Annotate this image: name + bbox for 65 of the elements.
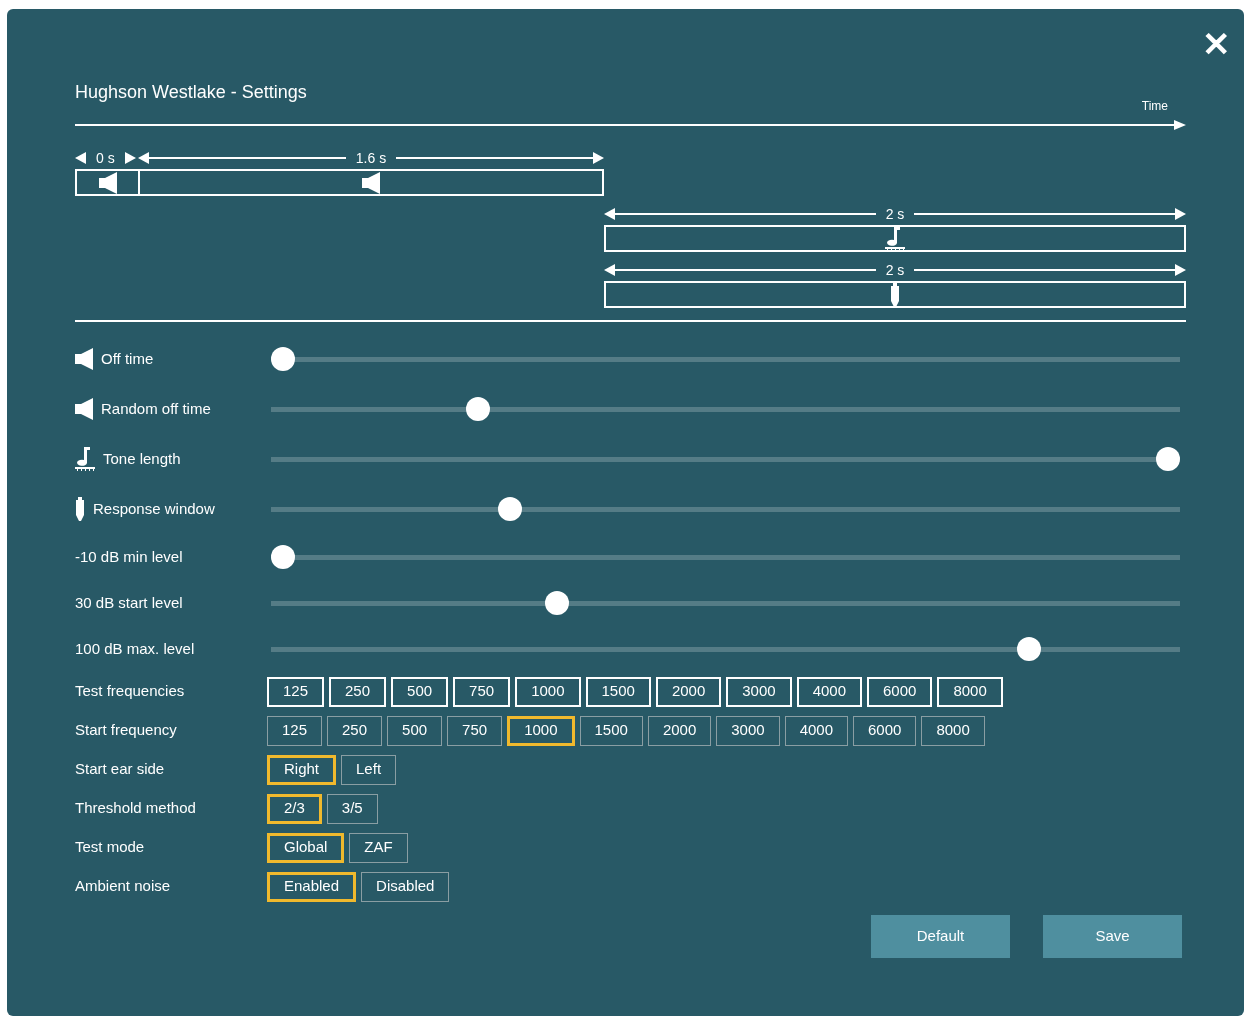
option-button[interactable]: 4000 — [784, 715, 848, 746]
option-button[interactable]: 500 — [391, 676, 449, 707]
slider-thumb[interactable] — [465, 397, 490, 421]
option-button[interactable]: 500 — [387, 715, 443, 746]
option-button[interactable]: 2000 — [655, 676, 722, 707]
option-button[interactable]: 6000 — [853, 715, 917, 746]
option-button[interactable]: Enabled — [267, 871, 357, 902]
option-button[interactable]: 125 — [267, 676, 325, 707]
option-button[interactable]: Disabled — [361, 871, 450, 902]
left-arrow-icon — [75, 152, 86, 164]
slider-label: Response window — [93, 498, 215, 519]
option-button[interactable]: 1500 — [585, 676, 651, 707]
option-button[interactable]: 4000 — [796, 676, 862, 707]
option-button[interactable]: 2000 — [647, 715, 712, 746]
option-button[interactable]: ZAF — [349, 832, 408, 863]
option-button[interactable]: 1500 — [579, 715, 643, 746]
option-button[interactable]: Global — [267, 832, 345, 863]
option-button[interactable]: 750 — [447, 715, 503, 746]
option-button[interactable]: Right — [267, 754, 337, 785]
option-label: Ambient noise — [75, 876, 172, 897]
option-button[interactable]: 8000 — [937, 676, 1003, 707]
option-button[interactable]: 250 — [327, 715, 383, 746]
slider-label: 100 dB max. level — [75, 638, 195, 659]
slider-thumb[interactable] — [271, 347, 295, 371]
option-button[interactable]: 3000 — [726, 676, 792, 707]
slider-thumb[interactable] — [498, 497, 523, 521]
duration-label: 2 s — [884, 204, 906, 224]
duration-label: 0 s — [95, 148, 116, 168]
axis-label: Time — [1141, 98, 1168, 115]
right-arrow-icon — [124, 152, 136, 164]
option-button[interactable]: Left — [341, 754, 397, 785]
option-label: Test mode — [75, 837, 146, 858]
slider-thumb[interactable] — [545, 591, 570, 615]
option-label: Start frequency — [75, 720, 178, 741]
duration-label: 1.6 s — [354, 148, 388, 168]
option-button[interactable]: 3000 — [716, 715, 780, 746]
option-button[interactable]: 250 — [329, 676, 387, 707]
slider-thumb[interactable] — [1156, 447, 1180, 471]
option-label: Test frequencies — [75, 681, 186, 702]
slider-label: 30 dB start level — [75, 592, 183, 613]
slider-label: -10 dB min level — [75, 546, 183, 567]
option-button[interactable]: 1000 — [507, 715, 575, 746]
option-label: Start ear side — [75, 759, 166, 780]
close-button[interactable]: ✕ — [1198, 27, 1234, 61]
option-label: Threshold method — [75, 798, 197, 819]
slider-label: Tone length — [103, 448, 181, 469]
slider-thumb[interactable] — [1017, 637, 1042, 661]
option-button[interactable]: 2/3 — [267, 793, 322, 824]
save-button[interactable]: Save — [1043, 915, 1182, 958]
speaker-icon — [75, 348, 93, 370]
option-button[interactable]: 8000 — [921, 715, 985, 746]
slider-label: Random off time — [101, 398, 211, 419]
option-button[interactable]: 750 — [453, 676, 511, 707]
slider-label: Off time — [101, 348, 154, 369]
pen-icon — [75, 497, 85, 521]
slider-thumb[interactable] — [271, 545, 295, 569]
option-button[interactable]: 6000 — [867, 676, 933, 707]
option-button[interactable]: 3/5 — [326, 793, 378, 824]
default-button[interactable]: Default — [871, 915, 1010, 958]
duration-label: 2 s — [884, 260, 906, 280]
note-icon — [75, 447, 95, 471]
speaker-icon — [75, 398, 93, 420]
window-title: Hughson Westlake - Settings — [75, 81, 308, 103]
option-button[interactable]: 125 — [267, 715, 323, 746]
option-button[interactable]: 1000 — [515, 676, 581, 707]
